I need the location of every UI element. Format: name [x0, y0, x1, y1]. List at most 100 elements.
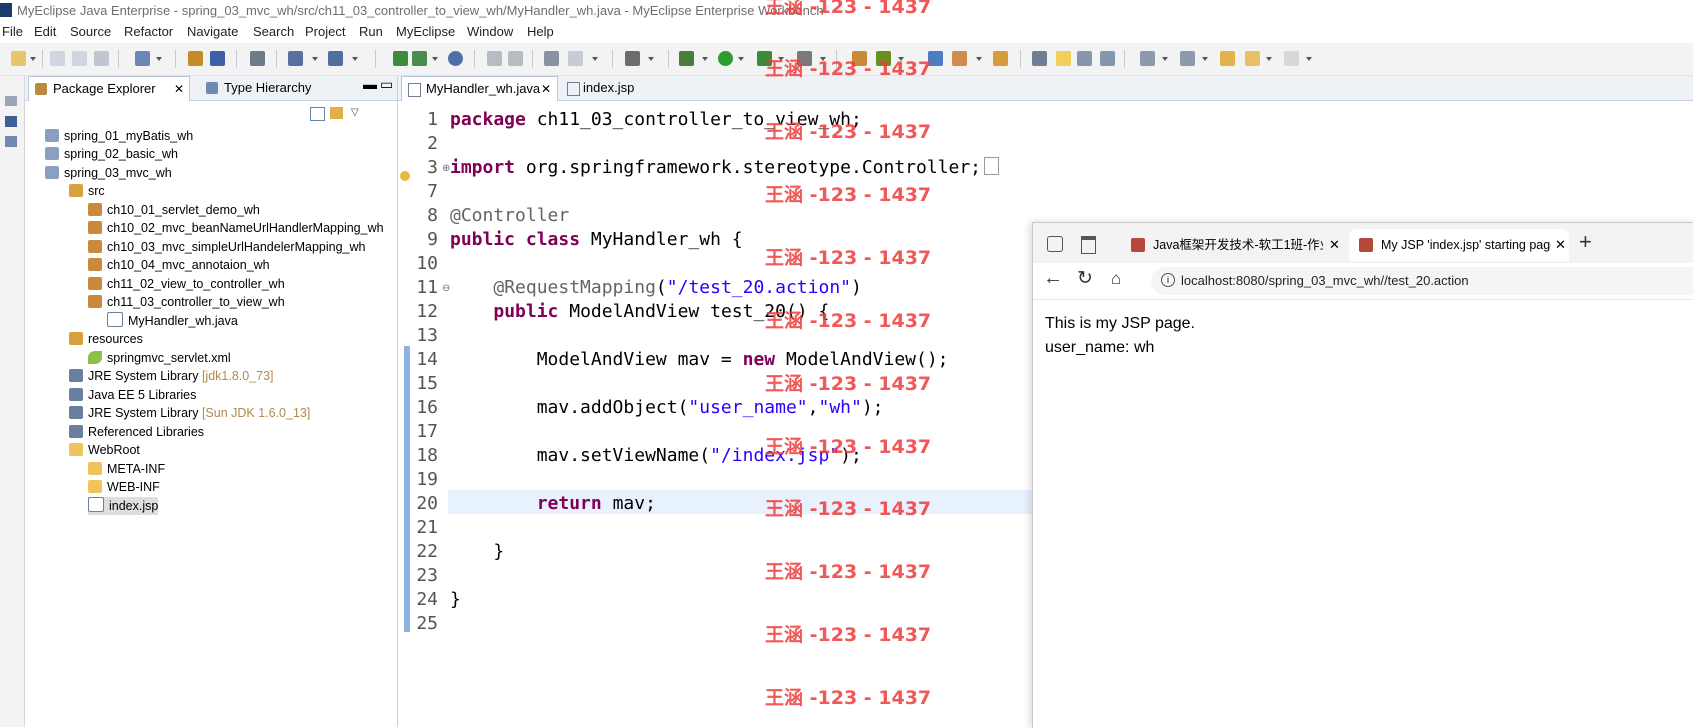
- open-type-icon[interactable]: [288, 51, 303, 66]
- outline-view-icon[interactable]: [5, 116, 17, 127]
- highlight-icon[interactable]: [1056, 51, 1071, 66]
- browser-tab[interactable]: Java框架开发技术-软工1班-作业... ✕: [1121, 229, 1343, 261]
- tree-item-resources[interactable]: resources: [69, 330, 143, 348]
- debug-icon[interactable]: [679, 51, 694, 66]
- block-select-icon[interactable]: [1077, 51, 1092, 66]
- link-with-editor-icon[interactable]: [330, 107, 343, 119]
- menu-refactor[interactable]: Refactor: [124, 24, 173, 39]
- tree-item-xml-file[interactable]: springmvc_servlet.xml: [88, 349, 231, 367]
- search-icon[interactable]: [328, 51, 343, 66]
- camera-icon[interactable]: [625, 51, 640, 66]
- tree-item-folder[interactable]: META-INF: [88, 460, 165, 478]
- tree-item-library[interactable]: JRE System Library [jdk1.8.0_73]: [69, 367, 274, 385]
- library-icon: [69, 388, 83, 401]
- new-tab-icon[interactable]: +: [1579, 229, 1592, 255]
- maximize-icon[interactable]: ▭: [380, 76, 393, 93]
- menu-project[interactable]: Project: [305, 24, 345, 39]
- tree-item-package[interactable]: ch10_03_mvc_simpleUrlHandelerMapping_wh: [88, 238, 365, 256]
- menu-source[interactable]: Source: [70, 24, 111, 39]
- prev-annotation-icon[interactable]: [1180, 51, 1195, 66]
- save-all-icon[interactable]: [72, 51, 87, 66]
- url-field[interactable]: i localhost:8080/spring_03_mvc_wh//test_…: [1151, 267, 1693, 295]
- tree-item-project[interactable]: spring_03_mvc_wh: [45, 164, 172, 182]
- tree-item-folder[interactable]: WEB-INF: [88, 478, 160, 496]
- tree-item-folder[interactable]: WebRoot: [69, 441, 140, 459]
- tree-item-package[interactable]: ch11_02_view_to_controller_wh: [88, 275, 285, 293]
- whitespace-icon[interactable]: [1100, 51, 1115, 66]
- tree-item-package[interactable]: ch10_01_servlet_demo_wh: [88, 201, 260, 219]
- last-edit-icon[interactable]: [1220, 51, 1235, 66]
- info-icon[interactable]: i: [1161, 273, 1175, 287]
- tree-item-jsp-file-selected[interactable]: index.jsp: [88, 497, 159, 515]
- tab-index-jsp[interactable]: index.jsp: [561, 76, 661, 100]
- new-web-project-icon[interactable]: [393, 51, 408, 66]
- menu-help[interactable]: Help: [527, 24, 554, 39]
- tree-item-package[interactable]: ch11_03_controller_to_view_wh: [88, 293, 285, 311]
- close-tab-icon[interactable]: ✕: [1329, 229, 1340, 261]
- toggle-mark-icon[interactable]: [1032, 51, 1047, 66]
- edit-icon[interactable]: [487, 51, 502, 66]
- new-icon[interactable]: [11, 51, 26, 66]
- refresh-icon[interactable]: ↻: [1077, 267, 1093, 290]
- wizard-icon[interactable]: [135, 51, 150, 66]
- code-line[interactable]: return mav;: [450, 493, 656, 514]
- restore-icon[interactable]: [5, 96, 17, 106]
- view-menu-icon[interactable]: ▽: [351, 107, 359, 118]
- tree-item-package[interactable]: ch10_02_mvc_beanNameUrlHandlerMapping_wh: [88, 219, 384, 237]
- tab-actions-icon[interactable]: [1047, 236, 1063, 252]
- edit-alt-icon[interactable]: [508, 51, 523, 66]
- save-icon[interactable]: [50, 51, 65, 66]
- vertical-tabs-icon[interactable]: [1081, 236, 1096, 254]
- forward-icon[interactable]: [1284, 51, 1299, 66]
- code-line[interactable]: mav.addObject("user_name","wh");: [450, 397, 884, 418]
- back-icon[interactable]: ←: [1043, 267, 1063, 290]
- globe-icon[interactable]: [448, 51, 463, 66]
- tree-item-project[interactable]: spring_01_myBatis_wh: [45, 127, 193, 145]
- menu-window[interactable]: Window: [467, 24, 513, 39]
- code-line[interactable]: import org.springframework.stereotype.Co…: [450, 157, 1000, 178]
- close-icon[interactable]: ✕: [174, 77, 184, 101]
- code-line[interactable]: @Controller: [450, 205, 569, 226]
- code-line[interactable]: }: [450, 541, 504, 562]
- code-line[interactable]: ModelAndView mav = new ModelAndView();: [450, 349, 949, 370]
- hierarchy-view-icon[interactable]: [5, 136, 17, 147]
- tree-item-library[interactable]: Referenced Libraries: [69, 423, 204, 441]
- tab-type-hierarchy[interactable]: Type Hierarchy: [200, 76, 330, 100]
- code-line[interactable]: }: [450, 589, 461, 610]
- menu-myeclipse[interactable]: MyEclipse: [396, 24, 455, 39]
- back-icon[interactable]: [1245, 51, 1260, 66]
- home-icon[interactable]: ⌂: [1111, 269, 1121, 289]
- menu-navigate[interactable]: Navigate: [187, 24, 238, 39]
- tab-myhandler-java[interactable]: MyHandler_wh.java ✕: [401, 76, 558, 101]
- brush-icon[interactable]: [952, 51, 967, 66]
- deploy-icon[interactable]: [210, 51, 225, 66]
- task-icon[interactable]: [544, 51, 559, 66]
- menu-search[interactable]: Search: [253, 24, 294, 39]
- tab-package-explorer[interactable]: Package Explorer ✕: [28, 76, 190, 101]
- collapse-all-icon[interactable]: [310, 107, 325, 121]
- server-icon[interactable]: [250, 51, 265, 66]
- open-resource-icon[interactable]: [993, 51, 1008, 66]
- deploy-project-icon[interactable]: [412, 51, 427, 66]
- menu-edit[interactable]: Edit: [34, 24, 56, 39]
- next-annotation-icon[interactable]: [1140, 51, 1155, 66]
- tool-icon[interactable]: [568, 51, 583, 66]
- browser-tab-active[interactable]: My JSP 'index.jsp' starting page ✕: [1349, 229, 1569, 261]
- tree-item-library[interactable]: JRE System Library [Sun JDK 1.6.0_13]: [69, 404, 310, 422]
- tree-item-package[interactable]: ch10_04_mvc_annotaion_wh: [88, 256, 270, 274]
- run-icon[interactable]: [718, 51, 733, 66]
- tree-item-java-file[interactable]: MyHandler_wh.java: [107, 312, 238, 330]
- package-icon[interactable]: [188, 51, 203, 66]
- close-icon[interactable]: ✕: [541, 77, 551, 101]
- menu-run[interactable]: Run: [359, 24, 383, 39]
- close-tab-icon[interactable]: ✕: [1555, 229, 1566, 261]
- menu-file[interactable]: File: [2, 24, 23, 39]
- tree-item-library[interactable]: Java EE 5 Libraries: [69, 386, 196, 404]
- code-line[interactable]: @RequestMapping("/test_20.action"): [450, 277, 861, 298]
- tree-item-project[interactable]: spring_02_basic_wh: [45, 145, 178, 163]
- code-line[interactable]: public class MyHandler_wh {: [450, 229, 743, 250]
- tree-item-src[interactable]: src: [69, 182, 105, 200]
- minimize-icon[interactable]: ▬: [363, 76, 377, 92]
- project-icon: [45, 147, 59, 160]
- print-icon[interactable]: [94, 51, 109, 66]
